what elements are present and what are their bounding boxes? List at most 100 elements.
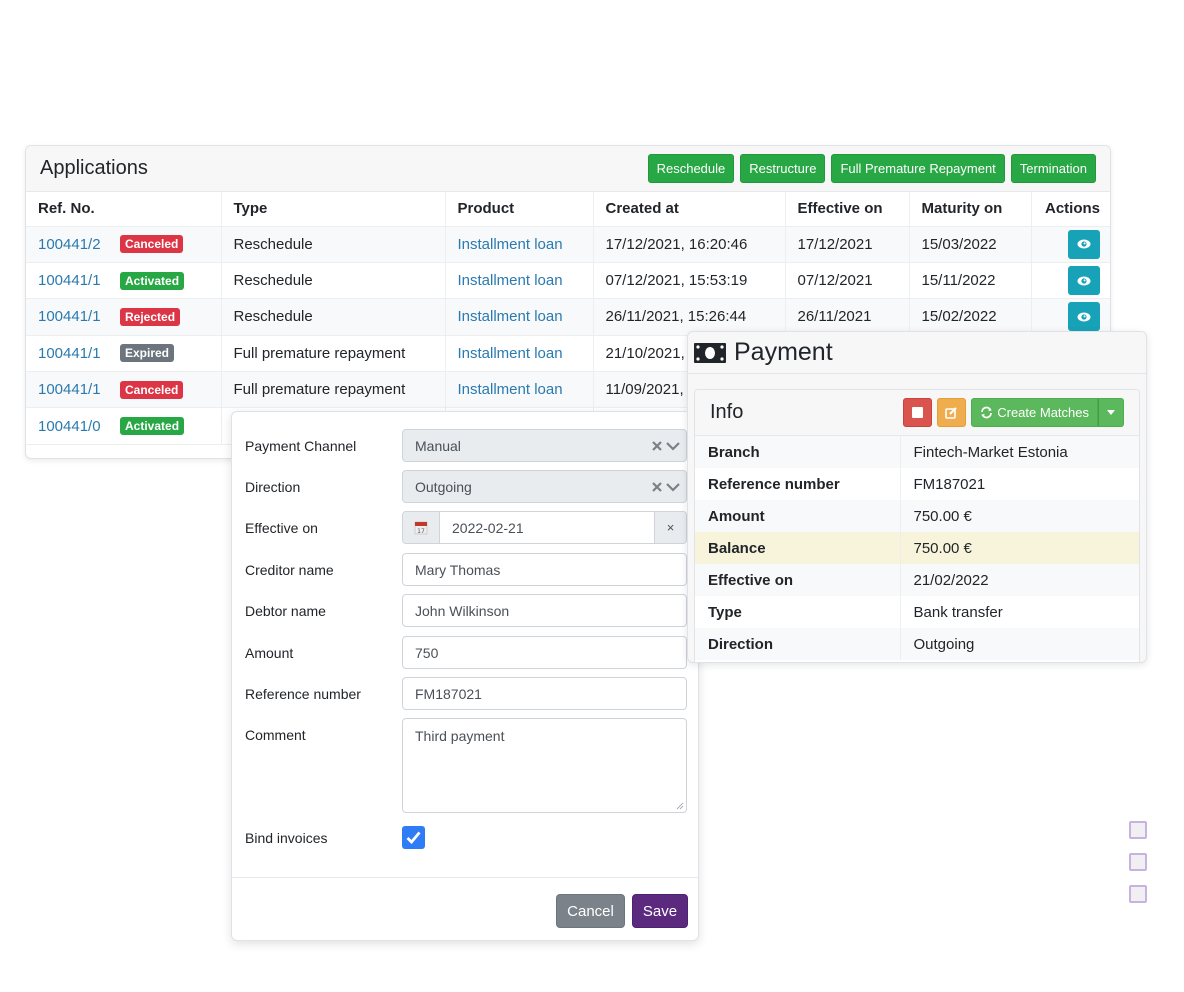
reschedule-button[interactable]: Reschedule bbox=[647, 154, 735, 183]
product-link[interactable]: Installment loan bbox=[458, 236, 563, 253]
ref-link[interactable]: 100441/2 bbox=[38, 236, 120, 253]
creditor-name-row: Creditor name Mary Thomas bbox=[232, 553, 698, 586]
type-cell: Reschedule bbox=[221, 298, 446, 336]
debtor-name-label: Debtor name bbox=[245, 602, 326, 619]
table-header-row: Ref. No. Type Product Created at Effecti… bbox=[26, 192, 1110, 227]
maturity-on-cell: 15/11/2022 bbox=[909, 262, 1032, 300]
eye-icon bbox=[1077, 239, 1091, 249]
amount-input[interactable]: 750 bbox=[402, 636, 687, 669]
maturity-on-cell: 15/03/2022 bbox=[909, 226, 1032, 263]
product-cell: Installment loan bbox=[445, 262, 594, 300]
edit-icon bbox=[945, 407, 957, 419]
payment-title: Payment bbox=[734, 338, 833, 366]
ref-link[interactable]: 100441/1 bbox=[38, 345, 120, 362]
maturity-on-cell: 15/02/2022 bbox=[909, 298, 1032, 336]
info-label: Reference number bbox=[695, 468, 901, 500]
save-button[interactable]: Save bbox=[632, 894, 688, 928]
money-bill-icon bbox=[694, 342, 726, 363]
created-at-cell: 17/12/2021, 16:20:46 bbox=[593, 226, 786, 263]
termination-button[interactable]: Termination bbox=[1010, 154, 1096, 183]
created-at-cell: 26/11/2021, 15:26:44 bbox=[593, 298, 786, 336]
bind-invoices-checkbox[interactable] bbox=[402, 826, 425, 849]
reference-number-input[interactable]: FM187021 bbox=[402, 677, 687, 710]
product-link[interactable]: Installment loan bbox=[458, 308, 563, 325]
debtor-name-row: Debtor name John Wilkinson bbox=[232, 594, 698, 627]
restructure-button[interactable]: Restructure bbox=[740, 154, 826, 183]
chevron-down-icon[interactable] bbox=[666, 441, 680, 451]
create-matches-button[interactable]: Create Matches bbox=[971, 398, 1098, 427]
calendar-button[interactable]: 17 bbox=[403, 512, 440, 543]
column-header-created-at[interactable]: Created at bbox=[593, 192, 786, 227]
clear-icon[interactable] bbox=[652, 481, 662, 492]
product-cell: Installment loan bbox=[445, 335, 594, 373]
ref-link[interactable]: 100441/1 bbox=[38, 272, 120, 289]
payment-form: Payment Channel Manual Direction Outgoin… bbox=[231, 411, 699, 941]
applications-title: Applications bbox=[40, 157, 148, 179]
table-row: 100441/1 Rejected Reschedule Installment… bbox=[26, 298, 1110, 336]
ref-cell: 100441/1 Canceled bbox=[26, 371, 222, 409]
info-row: Direction Outgoing bbox=[695, 628, 1139, 660]
payment-channel-select[interactable]: Manual bbox=[402, 429, 687, 462]
full-premature-repayment-button[interactable]: Full Premature Repayment bbox=[831, 154, 1005, 183]
reference-number-label: Reference number bbox=[245, 685, 361, 702]
info-row: Amount 750.00 € bbox=[695, 500, 1139, 532]
product-link[interactable]: Installment loan bbox=[458, 381, 563, 398]
amount-label: Amount bbox=[245, 644, 294, 661]
product-link[interactable]: Installment loan bbox=[458, 345, 563, 362]
ref-link[interactable]: 100441/1 bbox=[38, 308, 120, 325]
ref-link[interactable]: 100441/1 bbox=[38, 381, 120, 398]
view-button[interactable] bbox=[1068, 229, 1100, 259]
resize-grip-icon[interactable] bbox=[676, 802, 684, 810]
creditor-name-input[interactable]: Mary Thomas bbox=[402, 553, 687, 586]
table-row: 100441/2 Canceled Reschedule Installment… bbox=[26, 226, 1110, 263]
column-header-actions: Actions bbox=[1031, 192, 1110, 227]
info-label: Balance bbox=[695, 532, 901, 564]
applications-actions: Reschedule Restructure Full Premature Re… bbox=[647, 154, 1096, 183]
product-link[interactable]: Installment loan bbox=[458, 272, 563, 289]
status-badge: Activated bbox=[120, 417, 185, 436]
caret-down-icon bbox=[1107, 410, 1115, 415]
view-button[interactable] bbox=[1068, 266, 1100, 296]
column-header-effective-on[interactable]: Effective on bbox=[785, 192, 910, 227]
status-badge: Canceled bbox=[120, 380, 184, 399]
direction-select[interactable]: Outgoing bbox=[402, 470, 687, 503]
info-label: Direction bbox=[695, 628, 901, 660]
column-header-type[interactable]: Type bbox=[221, 192, 446, 227]
date-clear-button[interactable]: × bbox=[654, 512, 686, 543]
ref-link[interactable]: 100441/0 bbox=[38, 418, 120, 435]
column-header-product[interactable]: Product bbox=[445, 192, 594, 227]
info-title: Info bbox=[710, 401, 744, 423]
side-checkbox-1[interactable] bbox=[1129, 821, 1147, 839]
reference-number-row: Reference number FM187021 bbox=[232, 677, 698, 710]
side-checkbox-3[interactable] bbox=[1129, 885, 1147, 903]
calendar-icon: 17 bbox=[414, 521, 428, 535]
create-matches-dropdown-toggle[interactable] bbox=[1098, 398, 1124, 427]
clear-icon[interactable] bbox=[652, 440, 662, 451]
stop-button[interactable] bbox=[903, 398, 933, 427]
edit-button[interactable] bbox=[937, 398, 967, 427]
info-row: Effective on 21/02/2022 bbox=[695, 564, 1139, 596]
eye-icon bbox=[1077, 312, 1091, 322]
chevron-down-icon[interactable] bbox=[666, 482, 680, 492]
column-header-maturity-on[interactable]: Maturity on bbox=[909, 192, 1032, 227]
payment-panel: Payment Info Create Matches Branch Finte… bbox=[687, 331, 1147, 663]
cancel-button[interactable]: Cancel bbox=[556, 894, 625, 928]
info-row: Branch Fintech-Market Estonia bbox=[695, 436, 1139, 468]
side-checkbox-2[interactable] bbox=[1129, 853, 1147, 871]
comment-textarea[interactable]: Third payment bbox=[402, 718, 687, 813]
column-header-ref-no[interactable]: Ref. No. bbox=[26, 192, 222, 227]
info-card: Info Create Matches Branch Fintech-Marke… bbox=[694, 389, 1140, 662]
info-value: Fintech-Market Estonia bbox=[900, 436, 1139, 468]
debtor-name-input[interactable]: John Wilkinson bbox=[402, 594, 687, 627]
info-label: Effective on bbox=[695, 564, 901, 596]
view-button[interactable] bbox=[1068, 302, 1100, 332]
info-row: Reference number FM187021 bbox=[695, 468, 1139, 500]
effective-on-input[interactable]: 2022-02-21 bbox=[440, 512, 654, 543]
effective-on-label: Effective on bbox=[245, 519, 318, 536]
type-cell: Reschedule bbox=[221, 262, 446, 300]
effective-on-cell: 26/11/2021 bbox=[785, 298, 910, 336]
direction-label: Direction bbox=[245, 478, 301, 495]
form-footer-divider bbox=[232, 877, 698, 878]
stop-icon bbox=[912, 407, 924, 418]
product-cell: Installment loan bbox=[445, 226, 594, 263]
